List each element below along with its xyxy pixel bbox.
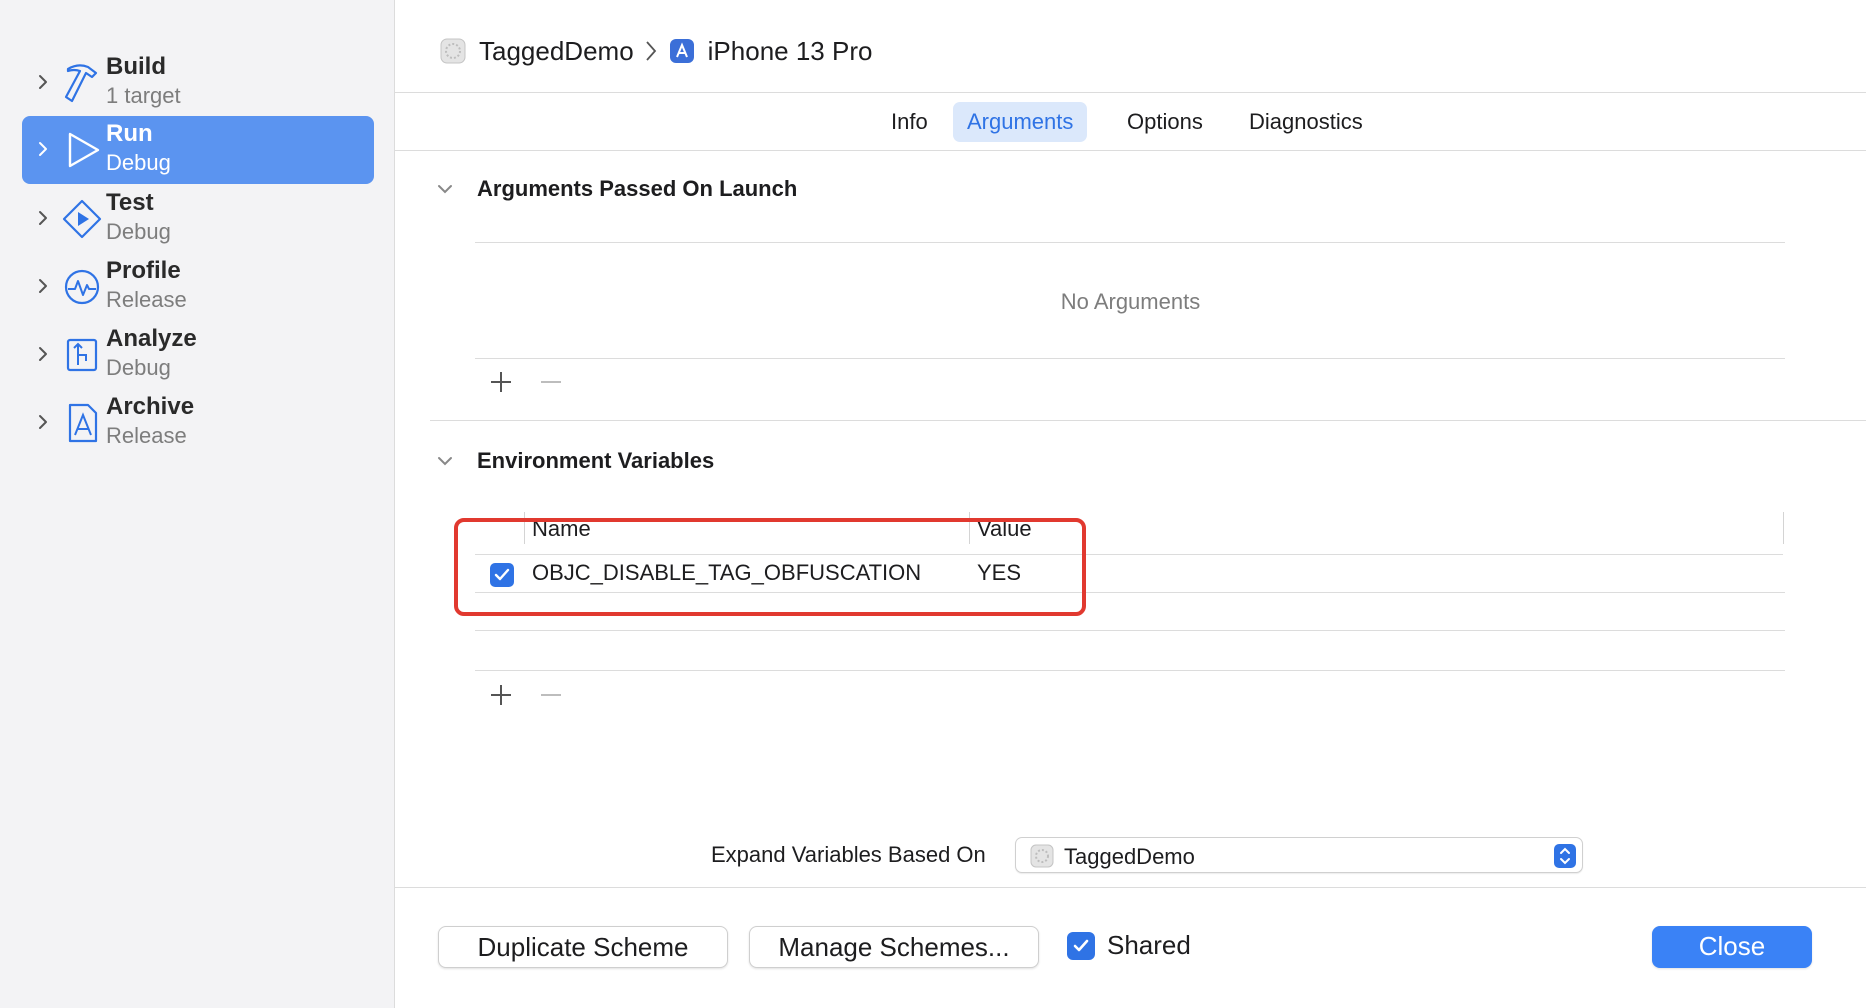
row-divider bbox=[475, 630, 1785, 631]
remove-env-var-icon[interactable] bbox=[538, 682, 564, 708]
sidebar-item-sublabel: Debug bbox=[106, 355, 171, 380]
sidebar-item-label: Analyze bbox=[106, 325, 197, 352]
scheme-detail-pane: TaggedDemo iPhone 13 Pro Info Arguments … bbox=[395, 0, 1866, 1008]
header-divider bbox=[395, 92, 1866, 93]
breadcrumb-device[interactable]: iPhone 13 Pro bbox=[708, 36, 873, 67]
section-title: Arguments Passed On Launch bbox=[477, 176, 798, 201]
remove-argument-icon[interactable] bbox=[538, 369, 564, 395]
section-divider bbox=[430, 420, 1866, 421]
highlight-annotation-box bbox=[454, 518, 1086, 616]
popup-value: TaggedDemo bbox=[1064, 844, 1195, 869]
expand-variables-popup[interactable]: TaggedDemo bbox=[1015, 837, 1583, 873]
scheme-action-sidebar: Build 1 target Run Debug Test Debug Prof… bbox=[0, 0, 395, 1008]
chevron-right-icon bbox=[645, 41, 656, 61]
section-title: Environment Variables bbox=[477, 448, 715, 473]
add-argument-icon[interactable] bbox=[488, 369, 514, 395]
tabs-divider bbox=[395, 150, 1866, 151]
sidebar-item-sublabel: 1 target bbox=[106, 83, 181, 108]
duplicate-scheme-button[interactable]: Duplicate Scheme bbox=[438, 926, 728, 968]
sidebar-item-label: Run bbox=[106, 120, 153, 147]
sidebar-item-sublabel: Debug bbox=[106, 150, 171, 175]
project-icon bbox=[440, 38, 466, 64]
sidebar-item-sublabel: Release bbox=[106, 423, 187, 448]
project-icon bbox=[1030, 844, 1054, 868]
sidebar-item-profile[interactable]: Profile Release bbox=[22, 253, 374, 321]
manage-schemes-button[interactable]: Manage Schemes... bbox=[749, 926, 1039, 968]
chevron-right-icon[interactable] bbox=[32, 207, 54, 229]
no-arguments-message: No Arguments bbox=[1060, 289, 1201, 314]
tab-options[interactable]: Options bbox=[1113, 102, 1217, 142]
archive-icon bbox=[68, 403, 98, 443]
test-diamond-icon bbox=[62, 199, 102, 239]
sidebar-item-label: Archive bbox=[106, 393, 195, 420]
chevron-right-icon[interactable] bbox=[32, 411, 54, 433]
shared-checkbox[interactable] bbox=[1067, 932, 1095, 960]
simulator-device-icon bbox=[669, 39, 694, 63]
chevron-right-icon[interactable] bbox=[32, 71, 54, 93]
footer-divider bbox=[395, 887, 1866, 888]
column-divider bbox=[1783, 512, 1784, 544]
close-button[interactable]: Close bbox=[1652, 926, 1812, 968]
tab-arguments[interactable]: Arguments bbox=[953, 102, 1088, 142]
sidebar-item-label: Build bbox=[106, 53, 166, 80]
sidebar-item-archive[interactable]: Archive Release bbox=[22, 389, 374, 457]
breadcrumb[interactable]: TaggedDemo iPhone 13 Pro bbox=[439, 34, 872, 68]
sidebar-item-sublabel: Debug bbox=[106, 219, 171, 244]
sidebar-item-test[interactable]: Test Debug bbox=[22, 185, 374, 253]
sidebar-item-label: Profile bbox=[106, 257, 181, 284]
tab-info[interactable]: Info bbox=[877, 102, 942, 142]
waveform-icon bbox=[64, 269, 100, 305]
sidebar-item-sublabel: Release bbox=[106, 287, 187, 312]
chevron-right-icon[interactable] bbox=[32, 138, 54, 160]
chevron-down-icon[interactable] bbox=[435, 179, 455, 199]
expand-variables-label: Expand Variables Based On bbox=[711, 842, 986, 867]
shared-label[interactable]: Shared bbox=[1107, 930, 1191, 961]
chevron-right-icon[interactable] bbox=[32, 343, 54, 365]
sidebar-item-build[interactable]: Build 1 target bbox=[22, 49, 374, 117]
play-icon bbox=[68, 132, 100, 168]
popup-stepper-icon[interactable] bbox=[1554, 844, 1576, 868]
chevron-down-icon[interactable] bbox=[435, 451, 455, 471]
arguments-table-bottom bbox=[475, 358, 1785, 359]
arguments-section-header[interactable]: Arguments Passed On Launch bbox=[435, 174, 797, 204]
tab-diagnostics[interactable]: Diagnostics bbox=[1235, 102, 1377, 142]
scheme-editor-window: Build 1 target Run Debug Test Debug Prof… bbox=[0, 0, 1866, 1008]
arguments-table-top bbox=[475, 242, 1785, 243]
sidebar-item-label: Test bbox=[106, 189, 154, 216]
add-env-var-icon[interactable] bbox=[488, 682, 514, 708]
hammer-icon bbox=[64, 64, 98, 103]
tab-bar: Info Arguments Options Diagnostics bbox=[395, 102, 1866, 142]
checkmark-icon bbox=[1073, 939, 1089, 952]
env-section-header[interactable]: Environment Variables bbox=[435, 446, 714, 476]
sidebar-item-run[interactable]: Run Debug bbox=[22, 116, 374, 184]
chevron-right-icon[interactable] bbox=[32, 275, 54, 297]
sidebar-item-analyze[interactable]: Analyze Debug bbox=[22, 321, 374, 389]
env-table-bottom bbox=[475, 670, 1785, 671]
breadcrumb-project[interactable]: TaggedDemo bbox=[479, 36, 634, 67]
analyze-icon bbox=[66, 338, 98, 372]
